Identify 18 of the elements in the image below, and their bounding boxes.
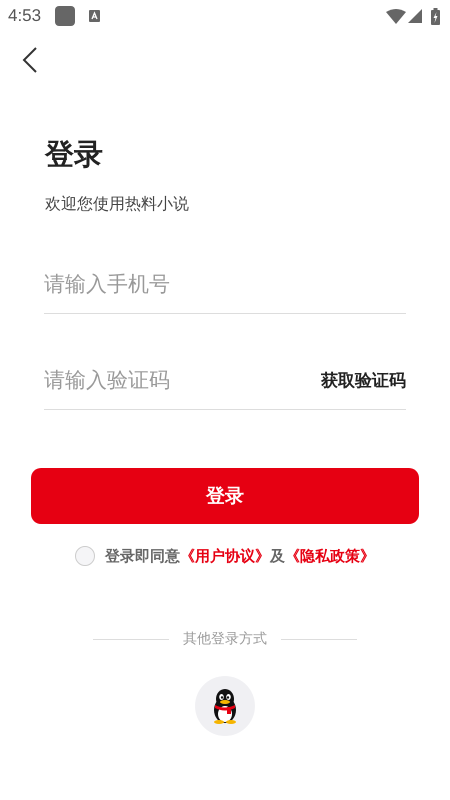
keyboard-a-icon	[89, 10, 100, 22]
battery-icon	[431, 8, 440, 24]
agreement-text: 登录即同意《用户协议》及《隐私政策》	[105, 546, 375, 566]
status-time: 4:53	[8, 6, 42, 26]
get-code-button[interactable]: 获取验证码	[321, 368, 406, 392]
login-button[interactable]: 登录	[31, 468, 419, 524]
welcome-text: 欢迎您使用热料小说	[45, 194, 190, 215]
policy-link[interactable]: 《隐私政策》	[285, 546, 375, 564]
agree-checkbox[interactable]	[75, 546, 95, 566]
page-title: 登录	[45, 136, 104, 173]
phone-field[interactable]: 请输入手机号	[44, 264, 406, 304]
code-field[interactable]: 请输入验证码	[44, 360, 321, 400]
signal-icon	[408, 9, 422, 23]
wifi-icon	[386, 8, 406, 24]
app-square-icon	[55, 6, 76, 26]
policy-link[interactable]: 《用户协议》	[180, 546, 270, 564]
back-button[interactable]	[22, 46, 38, 74]
other-login-label: 其他登录方式	[183, 630, 267, 648]
